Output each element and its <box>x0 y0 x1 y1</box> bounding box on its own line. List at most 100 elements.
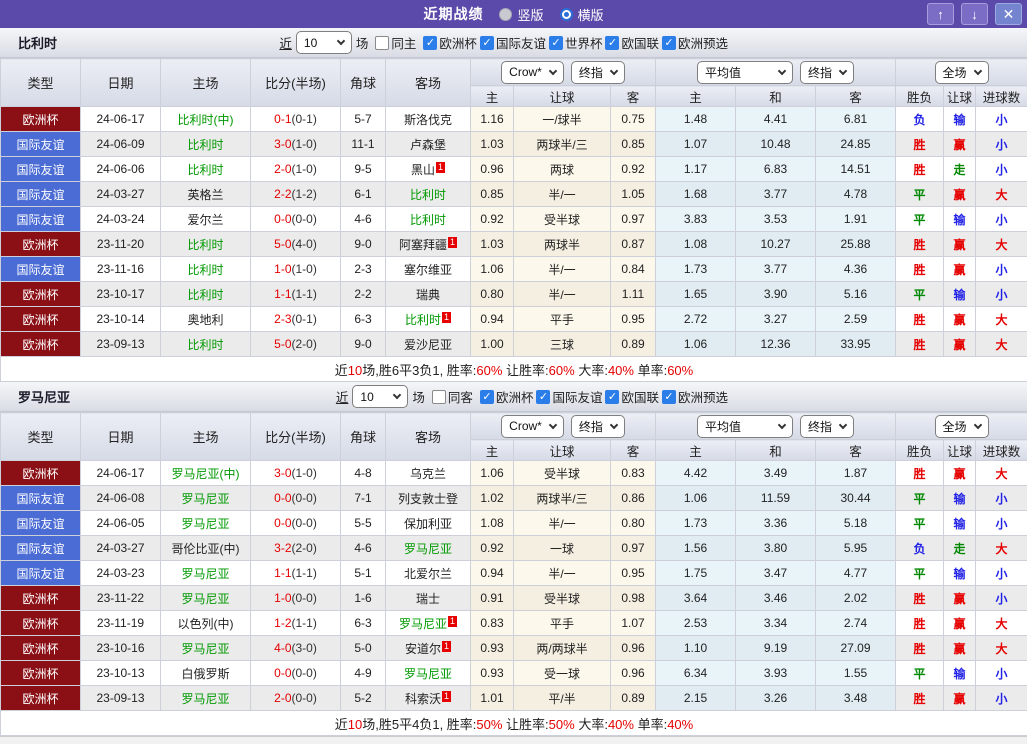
league-checkbox[interactable]: ✓国际友谊 <box>536 387 602 406</box>
radio-unselected-icon[interactable] <box>499 8 512 21</box>
league-checkbox[interactable]: ✓欧国联 <box>605 33 659 52</box>
checkbox-unchecked-icon[interactable] <box>375 36 389 50</box>
league-type-cell: 国际友谊 <box>1 561 81 586</box>
same-venue-filter[interactable]: 同主 <box>375 33 416 52</box>
checkbox-checked-icon[interactable]: ✓ <box>536 390 550 404</box>
league-type-cell: 欧洲杯 <box>1 686 81 711</box>
bookmaker-select[interactable]: Crow* <box>501 61 564 84</box>
summary-segment: 近 <box>335 363 348 378</box>
avg-home-odds: 2.53 <box>656 611 736 636</box>
same-venue-filter[interactable]: 同客 <box>432 387 473 406</box>
col-header-type: 类型 <box>1 59 81 107</box>
match-count-select[interactable]: 10 <box>296 31 352 54</box>
sub-header: 胜负 <box>896 440 944 461</box>
crow-handicap: 一球 <box>514 536 611 561</box>
league-checkbox[interactable]: ✓欧洲预选 <box>662 33 728 52</box>
half-score: (0-0) <box>292 591 317 605</box>
checkbox-checked-icon[interactable]: ✓ <box>662 390 676 404</box>
bookmaker-select[interactable]: Crow* <box>501 415 564 438</box>
checkbox-unchecked-icon[interactable] <box>432 390 446 404</box>
scroll-down-button[interactable]: ↓ <box>961 3 988 25</box>
final-odds-select-2[interactable]: 终指 <box>800 415 854 438</box>
half-score: (4-0) <box>292 237 317 251</box>
crow-home-odds: 1.00 <box>471 332 514 357</box>
score-cell: 0-1(0-1) <box>251 107 341 132</box>
layout-radio-vertical[interactable]: 竖版 <box>499 5 543 24</box>
checkbox-checked-icon[interactable]: ✓ <box>605 390 619 404</box>
half-score: (0-0) <box>292 516 317 530</box>
league-checkbox[interactable]: ✓欧国联 <box>605 387 659 406</box>
col-header-type: 类型 <box>1 413 81 461</box>
result-goals: 大 <box>976 232 1027 257</box>
league-checkbox[interactable]: ✓欧洲杯 <box>423 33 477 52</box>
col-header-date: 日期 <box>81 59 161 107</box>
league-label: 国际友谊 <box>496 33 546 52</box>
corner-cell: 9-0 <box>341 232 386 257</box>
summary-segment: 10 <box>348 363 362 378</box>
match-row: 欧洲杯 23-11-22 罗马尼亚 1-0(0-0) 1-6 瑞士 0.91 受… <box>1 586 1027 611</box>
match-row: 欧洲杯 23-09-13 比利时 5-0(2-0) 9-0 爱沙尼亚 1.00 … <box>1 332 1027 357</box>
final-odds-select[interactable]: 终指 <box>571 415 625 438</box>
col-header-score: 比分(半场) <box>251 59 341 107</box>
avg-draw-odds: 6.83 <box>736 157 816 182</box>
result-goals: 小 <box>976 157 1027 182</box>
final-odds-select[interactable]: 终指 <box>571 61 625 84</box>
league-label: 国际友谊 <box>552 387 602 406</box>
league-checkbox[interactable]: ✓欧洲杯 <box>480 387 534 406</box>
date-cell: 24-06-17 <box>81 461 161 486</box>
rank-badge: 1 <box>442 641 451 652</box>
league-type-cell: 国际友谊 <box>1 486 81 511</box>
crow-away-odds: 0.97 <box>611 536 656 561</box>
crow-handicap: 一/球半 <box>514 107 611 132</box>
recent-link[interactable]: 近 <box>336 387 349 406</box>
summary-segment: 单率: <box>634 717 667 732</box>
avg-home-odds: 1.07 <box>656 132 736 157</box>
checkbox-checked-icon[interactable]: ✓ <box>480 36 494 50</box>
checkbox-checked-icon[interactable]: ✓ <box>662 36 676 50</box>
close-button[interactable]: ✕ <box>995 3 1022 25</box>
matches-table: 类型 日期 主场 比分(半场) 角球 客场 Crow* 终指 平均值 终指 <box>0 58 1027 382</box>
result-goals: 小 <box>976 486 1027 511</box>
same-venue-label: 同客 <box>448 387 473 406</box>
date-cell: 24-03-23 <box>81 561 161 586</box>
crow-home-odds: 0.94 <box>471 561 514 586</box>
layout-radio-horizontal[interactable]: 横版 <box>560 5 604 24</box>
match-row: 国际友谊 24-06-09 比利时 3-0(1-0) 11-1 卢森堡 1.03… <box>1 132 1027 157</box>
league-checkbox[interactable]: ✓国际友谊 <box>480 33 546 52</box>
home-team-cell: 比利时 <box>161 257 251 282</box>
checkbox-checked-icon[interactable]: ✓ <box>549 36 563 50</box>
match-count-select[interactable]: 10 <box>352 385 408 408</box>
rank-badge: 1 <box>448 616 457 627</box>
radio-selected-icon[interactable] <box>560 8 573 21</box>
crow-away-odds: 1.05 <box>611 182 656 207</box>
away-team-cell: 罗马尼亚1 <box>386 611 471 636</box>
date-cell: 24-06-17 <box>81 107 161 132</box>
corner-cell: 5-0 <box>341 636 386 661</box>
avg-draw-odds: 12.36 <box>736 332 816 357</box>
avg-home-odds: 1.06 <box>656 332 736 357</box>
average-select[interactable]: 平均值 <box>697 61 793 84</box>
scope-select[interactable]: 全场 <box>935 415 989 438</box>
league-checkbox[interactable]: ✓世界杯 <box>549 33 603 52</box>
team-name: 罗马尼亚 <box>18 387 70 406</box>
sub-header: 进球数 <box>976 440 1027 461</box>
recent-link[interactable]: 近 <box>279 33 292 52</box>
avg-home-odds: 1.68 <box>656 182 736 207</box>
result-winlose: 平 <box>896 207 944 232</box>
checkbox-checked-icon[interactable]: ✓ <box>480 390 494 404</box>
checkbox-checked-icon[interactable]: ✓ <box>423 36 437 50</box>
league-type-cell: 欧洲杯 <box>1 586 81 611</box>
match-row: 国际友谊 23-11-16 比利时 1-0(1-0) 2-3 塞尔维亚 1.06… <box>1 257 1027 282</box>
average-select[interactable]: 平均值 <box>697 415 793 438</box>
final-odds-select-2[interactable]: 终指 <box>800 61 854 84</box>
home-team-cell: 罗马尼亚 <box>161 511 251 536</box>
avg-draw-odds: 3.93 <box>736 661 816 686</box>
checkbox-checked-icon[interactable]: ✓ <box>605 36 619 50</box>
crow-away-odds: 1.07 <box>611 611 656 636</box>
crow-handicap: 受一球 <box>514 661 611 686</box>
score-cell: 4-0(3-0) <box>251 636 341 661</box>
scroll-up-button[interactable]: ↑ <box>927 3 954 25</box>
league-checkbox[interactable]: ✓欧洲预选 <box>662 387 728 406</box>
sub-header: 客 <box>611 86 656 107</box>
scope-select[interactable]: 全场 <box>935 61 989 84</box>
